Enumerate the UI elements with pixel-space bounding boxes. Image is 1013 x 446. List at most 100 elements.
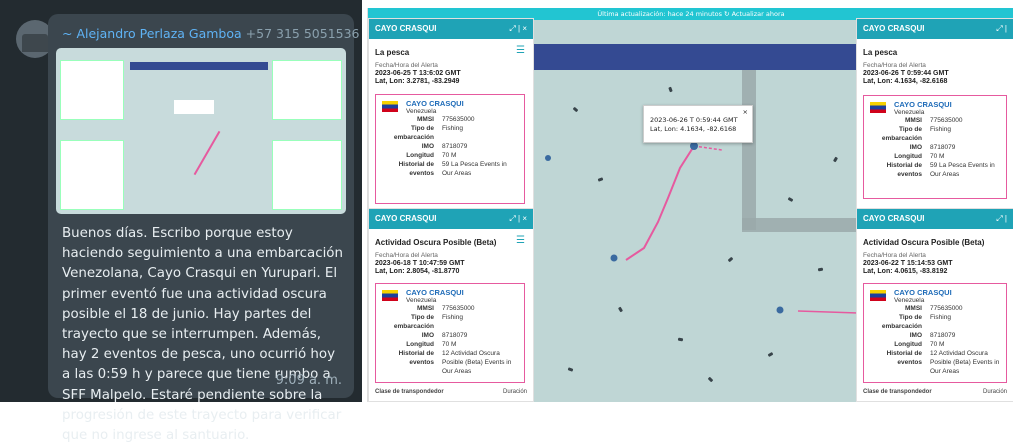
thumb-panel bbox=[272, 140, 342, 210]
screenshot-thumbnail[interactable] bbox=[56, 48, 346, 214]
event-date: 2023-06-22 T 15:14:53 GMT bbox=[863, 260, 953, 267]
length-label: Longitud bbox=[894, 153, 922, 160]
event-type: La pesca bbox=[863, 48, 898, 57]
mmsi-row: MMSI 775635000 bbox=[382, 115, 518, 124]
imo-value: 8718079 bbox=[930, 332, 956, 339]
history-label: Historial de eventos bbox=[886, 350, 922, 366]
thumb-panel bbox=[272, 60, 342, 120]
ship-marker[interactable] bbox=[677, 337, 684, 342]
type-row: Tipo de embarcación Fishing bbox=[382, 124, 518, 142]
thumb-panel bbox=[60, 60, 124, 120]
imo-label: IMO bbox=[421, 143, 434, 150]
sender-label[interactable]: ~ Alejandro Perlaza Gamboa bbox=[62, 26, 242, 41]
imo-label: IMO bbox=[909, 332, 922, 339]
panel-title: CAYO CRASQUI bbox=[863, 24, 925, 33]
date-label: Fecha/Hora del Alerta bbox=[863, 252, 926, 259]
event-latlon: Lat, Lon: 3.2781, -83.2949 bbox=[375, 78, 460, 85]
date-label: Fecha/Hora del Alerta bbox=[863, 62, 926, 69]
vessel-track bbox=[797, 310, 859, 314]
mmsi-label: MMSI bbox=[905, 117, 922, 124]
message-bubble: ~ Alejandro Perlaza Gamboa +57 315 505153… bbox=[48, 14, 360, 443]
vessel-link[interactable]: CAYO CRASQUI bbox=[894, 100, 1000, 109]
vessel-country: Venezuela bbox=[894, 297, 925, 304]
history-value[interactable]: 59 La Pesca Events in Our Areas bbox=[442, 160, 518, 178]
close-icon[interactable]: ⤢ | bbox=[996, 19, 1007, 39]
thumb-popup bbox=[174, 100, 214, 114]
map-view[interactable]: Última actualización: hace 24 minutos ↻ … bbox=[367, 8, 1013, 402]
vessel-track bbox=[625, 145, 695, 261]
type-row: Tipo de embarcación Fishing bbox=[382, 313, 518, 331]
panel-header: CAYO CRASQUI ⤢ | bbox=[857, 209, 1013, 229]
message-text: Buenos días. Escribo porque estoy hacien… bbox=[62, 226, 343, 444]
length-row: Longitud 70 M bbox=[382, 340, 518, 349]
history-value[interactable]: 12 Actividad Oscura Posible (Beta) Event… bbox=[930, 349, 1000, 376]
mmsi-row: MMSI 775635000 bbox=[870, 116, 1000, 125]
mmsi-label: MMSI bbox=[905, 305, 922, 312]
thumb-track bbox=[193, 130, 221, 176]
popup-latlon: Lat, Lon: 4.1634, -82.6168 bbox=[650, 125, 737, 133]
event-date: 2023-06-26 T 0:59:44 GMT bbox=[863, 70, 949, 77]
menu-icon[interactable]: ☰ bbox=[516, 235, 525, 246]
history-label: Historial de eventos bbox=[398, 161, 434, 177]
imo-label: IMO bbox=[909, 144, 922, 151]
type-label: Tipo de embarcación bbox=[881, 314, 922, 330]
vessel-link[interactable]: CAYO CRASQUI bbox=[406, 288, 518, 297]
flag-icon bbox=[870, 102, 886, 113]
type-value: Fishing bbox=[442, 125, 463, 132]
type-value: Fishing bbox=[442, 314, 463, 321]
mmsi-value: 775635000 bbox=[930, 305, 963, 312]
menu-icon[interactable]: ☰ bbox=[516, 45, 525, 56]
length-label: Longitud bbox=[406, 152, 434, 159]
popup-date: 2023-06-26 T 0:59:44 GMT bbox=[650, 116, 738, 124]
history-label: Historial de eventos bbox=[886, 162, 922, 178]
chat-panel: ~ Alejandro Perlaza Gamboa +57 315 505153… bbox=[0, 0, 362, 443]
close-icon[interactable]: ⤢ | × bbox=[509, 209, 527, 229]
close-icon[interactable]: ⤢ | bbox=[996, 209, 1007, 229]
event-marker bbox=[610, 254, 618, 262]
vessel-panel: CAYO CRASQUI ⤢ | Actividad Oscura Posible… bbox=[856, 208, 1013, 402]
vessel-panel: CAYO CRASQUI ⤢ | × La pesca ☰ Fecha/Hora … bbox=[368, 18, 534, 210]
length-row: Longitud 70 M bbox=[870, 340, 1000, 349]
thumb-navy-bar bbox=[130, 62, 268, 70]
imo-row: IMO 8718079 bbox=[870, 143, 1000, 152]
close-icon[interactable]: × bbox=[743, 108, 748, 117]
vessel-country: Venezuela bbox=[406, 108, 437, 115]
vessel-link[interactable]: CAYO CRASQUI bbox=[406, 99, 518, 108]
flag-icon bbox=[870, 290, 886, 301]
duration-label: Duración bbox=[982, 389, 1007, 395]
duration-label: Duración bbox=[502, 389, 527, 395]
history-row: Historial de eventos 59 La Pesca Events i… bbox=[870, 161, 1000, 179]
event-latlon: Lat, Lon: 4.1634, -82.6168 bbox=[863, 78, 948, 85]
panel-title: CAYO CRASQUI bbox=[863, 214, 925, 223]
vessel-card: CAYO CRASQUI Venezuela MMSI 775635000 Tip… bbox=[863, 283, 1007, 383]
close-icon[interactable]: ⤢ | × bbox=[509, 19, 527, 39]
history-row: Historial de eventos 12 Actividad Oscura … bbox=[382, 349, 518, 376]
vessel-link[interactable]: CAYO CRASQUI bbox=[894, 288, 1000, 297]
history-row: Historial de eventos 59 La Pesca Events i… bbox=[382, 160, 518, 178]
vessel-panel: CAYO CRASQUI ⤢ | La pesca Fecha/Hora del … bbox=[856, 18, 1013, 210]
vessel-track bbox=[693, 145, 723, 151]
sender-name[interactable]: ~ Alejandro Perlaza Gamboa +57 315 505153… bbox=[62, 26, 360, 41]
length-value: 70 M bbox=[442, 341, 457, 348]
type-value: Fishing bbox=[930, 314, 951, 321]
mmsi-value: 775635000 bbox=[930, 117, 963, 124]
panel-title: CAYO CRASQUI bbox=[375, 24, 437, 33]
event-latlon: Lat, Lon: 2.8054, -81.8770 bbox=[375, 268, 460, 275]
imo-row: IMO 8718079 bbox=[382, 142, 518, 151]
type-label: Tipo de embarcación bbox=[881, 126, 922, 142]
vessel-country: Venezuela bbox=[894, 109, 925, 116]
vessel-panel: CAYO CRASQUI ⤢ | × Actividad Oscura Posib… bbox=[368, 208, 534, 402]
history-value[interactable]: 59 La Pesca Events in Our Areas bbox=[930, 161, 1000, 179]
imo-value: 8718079 bbox=[442, 332, 468, 339]
length-value: 70 M bbox=[442, 152, 457, 159]
panel-header: CAYO CRASQUI ⤢ | × bbox=[369, 209, 533, 229]
event-latlon: Lat, Lon: 4.0615, -83.8192 bbox=[863, 268, 948, 275]
event-type: Actividad Oscura Posible (Beta) bbox=[375, 238, 497, 247]
transponder-row: Clase de transpondedor Duración bbox=[375, 389, 527, 395]
history-value[interactable]: 12 Actividad Oscura Posible (Beta) Event… bbox=[442, 349, 518, 376]
imo-value: 8718079 bbox=[442, 143, 468, 150]
transponder-row: Clase de transpondedor Duración bbox=[863, 389, 1007, 395]
imo-label: IMO bbox=[421, 332, 434, 339]
transponder-label: Clase de transpondedor bbox=[863, 389, 932, 395]
imo-row: IMO 8718079 bbox=[382, 331, 518, 340]
